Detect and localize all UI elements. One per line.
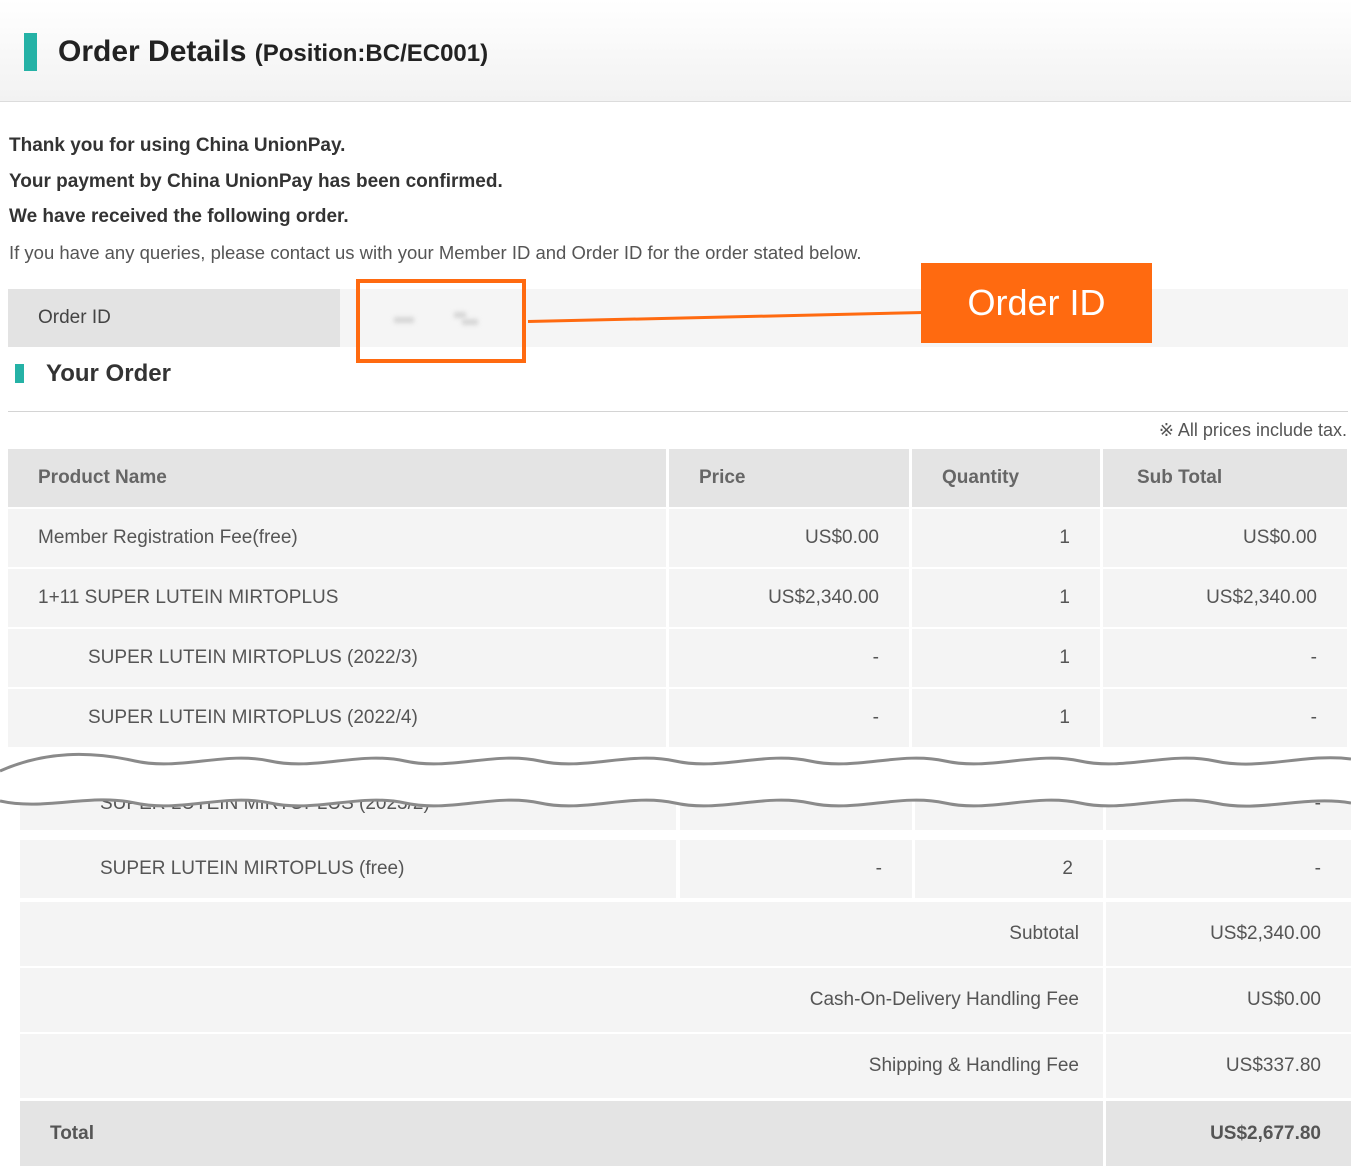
table-row-product-name: SUPER LUTEIN MIRTOPLUS (free) xyxy=(20,840,676,898)
table-row-price: - xyxy=(669,689,909,747)
table-row-price: US$0.00 xyxy=(669,509,909,567)
total-value: US$2,677.80 xyxy=(1106,1101,1351,1166)
order-id-callout-label: Order ID xyxy=(921,263,1152,343)
order-id-label: Order ID xyxy=(8,289,340,347)
order-received-message: We have received the following order. xyxy=(9,206,349,227)
table-row-quantity: 2 xyxy=(915,840,1103,898)
header-accent-bar xyxy=(24,33,37,71)
table-row-product-name: Member Registration Fee(free) xyxy=(8,509,666,567)
table-row-product-name: SUPER LUTEIN MIRTOPLUS (2022/4) xyxy=(8,689,666,747)
table-row-quantity: 1 xyxy=(912,689,1100,747)
table-row-sub-total: - xyxy=(1103,689,1347,747)
table-row-quantity: 1 xyxy=(912,509,1100,567)
page-title: Order Details (Position:BC/EC001) xyxy=(58,33,488,73)
summary-cod-fee-label: Cash-On-Delivery Handling Fee xyxy=(20,968,1103,1032)
table-row-sub-total: US$0.00 xyxy=(1103,509,1347,567)
table-row-quantity: 1 xyxy=(912,629,1100,687)
table-row-product-name: SUPER LUTEIN MIRTOPLUS (2022/3) xyxy=(8,629,666,687)
table-row-product-name: 1+11 SUPER LUTEIN MIRTOPLUS xyxy=(8,569,666,627)
column-header-quantity: Quantity xyxy=(912,449,1100,507)
column-header-product-name: Product Name xyxy=(8,449,666,507)
torn-edge-break xyxy=(0,752,1351,808)
summary-shipping-fee-label: Shipping & Handling Fee xyxy=(20,1034,1103,1098)
page-title-text: Order Details xyxy=(58,35,247,68)
page-header: Order Details (Position:BC/EC001) xyxy=(0,0,1351,102)
your-order-title: Your Order xyxy=(46,360,171,387)
thank-you-message: Thank you for using China UnionPay. xyxy=(9,135,346,156)
table-row-sub-total: US$2,340.00 xyxy=(1103,569,1347,627)
table-row-sub-total: - xyxy=(1103,629,1347,687)
summary-cod-fee-value: US$0.00 xyxy=(1106,968,1351,1032)
column-header-sub-total: Sub Total xyxy=(1103,449,1347,507)
table-row-price: - xyxy=(669,629,909,687)
summary-subtotal-value: US$2,340.00 xyxy=(1106,902,1351,966)
queries-message: If you have any queries, please contact … xyxy=(9,242,862,263)
payment-confirmed-message: Your payment by China UnionPay has been … xyxy=(9,171,503,192)
position-code: (Position:BC/EC001) xyxy=(254,40,489,67)
table-row-quantity: 1 xyxy=(912,569,1100,627)
total-label: Total xyxy=(20,1101,1103,1166)
table-row-sub-total: - xyxy=(1106,840,1351,898)
column-header-price: Price xyxy=(669,449,909,507)
your-order-accent-bar xyxy=(15,364,24,383)
table-row-price: - xyxy=(680,840,912,898)
summary-subtotal-label: Subtotal xyxy=(20,902,1103,966)
section-divider xyxy=(8,411,1348,412)
order-id-highlight-box xyxy=(356,279,526,363)
tax-note: ※ All prices include tax. xyxy=(1158,420,1347,440)
summary-shipping-fee-value: US$337.80 xyxy=(1106,1034,1351,1098)
table-row-price: US$2,340.00 xyxy=(669,569,909,627)
